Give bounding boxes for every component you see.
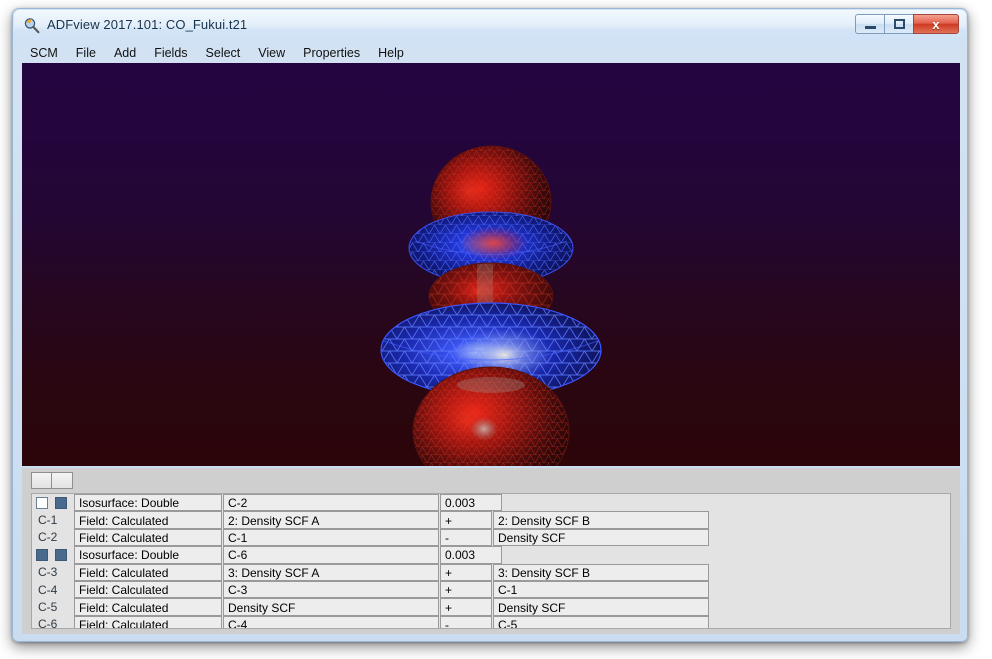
isosurface-render xyxy=(380,145,602,466)
menu-item-fields[interactable]: Fields xyxy=(145,44,196,62)
tab-1[interactable] xyxy=(31,472,52,489)
row-swatches xyxy=(32,494,74,511)
window-title: ADFview 2017.101: CO_Fukui.t21 xyxy=(47,17,248,32)
maximize-icon xyxy=(893,19,905,29)
row-tag: C-5 xyxy=(38,600,58,615)
color-swatch-icon[interactable] xyxy=(55,548,67,561)
row-tag: C-4 xyxy=(38,582,58,597)
cell-arg-a[interactable]: 2: Density SCF A xyxy=(223,511,439,529)
close-button[interactable]: x xyxy=(913,14,959,34)
row-tag: C-6 xyxy=(38,617,58,629)
cell-type[interactable]: Field: Calculated xyxy=(74,615,222,628)
cell-arg-a[interactable]: Density SCF xyxy=(223,598,439,616)
fields-table: Isosurface: Double C-2 0.003 C-1 Field: … xyxy=(31,493,951,629)
cell-type[interactable]: Isosurface: Double xyxy=(74,546,222,564)
menu-item-file[interactable]: File xyxy=(67,44,105,62)
cell-arg-b[interactable]: Density SCF xyxy=(493,528,709,547)
cell-arg-b[interactable]: C-1 xyxy=(493,580,709,599)
cell-arg-a[interactable]: C-6 xyxy=(223,546,439,564)
menu-item-scm[interactable]: SCM xyxy=(21,44,67,62)
cell-operator[interactable]: + xyxy=(440,580,492,599)
maximize-button[interactable] xyxy=(884,14,913,34)
row-tag: C-1 xyxy=(38,513,58,528)
table-row[interactable]: Isosurface: Double C-2 0.003 xyxy=(32,494,950,512)
cell-arg-b[interactable]: Density SCF xyxy=(493,598,709,616)
cell-arg-b[interactable]: 2: Density SCF B xyxy=(493,511,709,529)
fields-panel: Isosurface: Double C-2 0.003 C-1 Field: … xyxy=(22,468,960,634)
menu-item-view[interactable]: View xyxy=(249,44,294,62)
cell-arg-a[interactable]: C-1 xyxy=(223,528,439,547)
cell-arg-a[interactable]: C-4 xyxy=(223,615,439,628)
cell-type[interactable]: Field: Calculated xyxy=(74,511,222,529)
menu-item-help[interactable]: Help xyxy=(369,44,413,62)
table-row[interactable]: C-5 Field: Calculated Density SCF + Dens… xyxy=(32,598,950,616)
row-swatches xyxy=(32,546,74,563)
cell-arg-a[interactable]: C-3 xyxy=(223,580,439,599)
cell-arg-a[interactable]: 3: Density SCF A xyxy=(223,563,439,581)
visibility-checkbox-icon[interactable] xyxy=(36,548,48,561)
table-row[interactable]: C-3 Field: Calculated 3: Density SCF A +… xyxy=(32,563,950,581)
cell-value[interactable]: 0.003 xyxy=(440,494,502,512)
cell-operator[interactable]: + xyxy=(440,598,492,616)
molecule-viewport[interactable] xyxy=(22,63,960,466)
table-row[interactable]: Isosurface: Double C-6 0.003 xyxy=(32,546,950,564)
table-row[interactable]: C-6 Field: Calculated C-4 - C-5 xyxy=(32,615,950,629)
cell-arg-a[interactable]: C-2 xyxy=(223,494,439,512)
row-tag: C-3 xyxy=(38,565,58,580)
cell-type[interactable]: Field: Calculated xyxy=(74,563,222,581)
cell-arg-b[interactable]: 3: Density SCF B xyxy=(493,563,709,581)
minimize-icon xyxy=(864,26,876,29)
visibility-checkbox-icon[interactable] xyxy=(36,496,48,509)
menu-bar: SCM File Add Fields Select View Properti… xyxy=(21,43,961,63)
cell-operator[interactable]: - xyxy=(440,528,492,547)
application-window: ADFview 2017.101: CO_Fukui.t21 x SCM Fil… xyxy=(12,8,968,642)
title-bar: ADFview 2017.101: CO_Fukui.t21 x xyxy=(13,9,967,43)
cell-type[interactable]: Field: Calculated xyxy=(74,580,222,599)
menu-item-properties[interactable]: Properties xyxy=(294,44,369,62)
cell-arg-b[interactable]: C-5 xyxy=(493,615,709,628)
tab-strip xyxy=(31,472,73,489)
cell-operator[interactable]: - xyxy=(440,615,492,628)
table-row[interactable]: C-2 Field: Calculated C-1 - Density SCF xyxy=(32,528,950,547)
menu-item-add[interactable]: Add xyxy=(105,44,145,62)
cell-operator[interactable]: + xyxy=(440,563,492,581)
table-row[interactable]: C-4 Field: Calculated C-3 + C-1 xyxy=(32,580,950,599)
row-tag: C-2 xyxy=(38,530,58,545)
tab-2[interactable] xyxy=(52,472,73,489)
minimize-button[interactable] xyxy=(855,14,884,34)
color-swatch-icon[interactable] xyxy=(55,496,67,509)
cell-type[interactable]: Field: Calculated xyxy=(74,528,222,547)
cell-value[interactable]: 0.003 xyxy=(440,546,502,564)
table-row[interactable]: C-1 Field: Calculated 2: Density SCF A +… xyxy=(32,511,950,529)
cell-type[interactable]: Field: Calculated xyxy=(74,598,222,616)
cell-operator[interactable]: + xyxy=(440,511,492,529)
menu-item-select[interactable]: Select xyxy=(197,44,250,62)
cell-type[interactable]: Isosurface: Double xyxy=(74,494,222,512)
window-controls: x xyxy=(855,14,959,34)
magnifier-icon xyxy=(24,18,40,34)
